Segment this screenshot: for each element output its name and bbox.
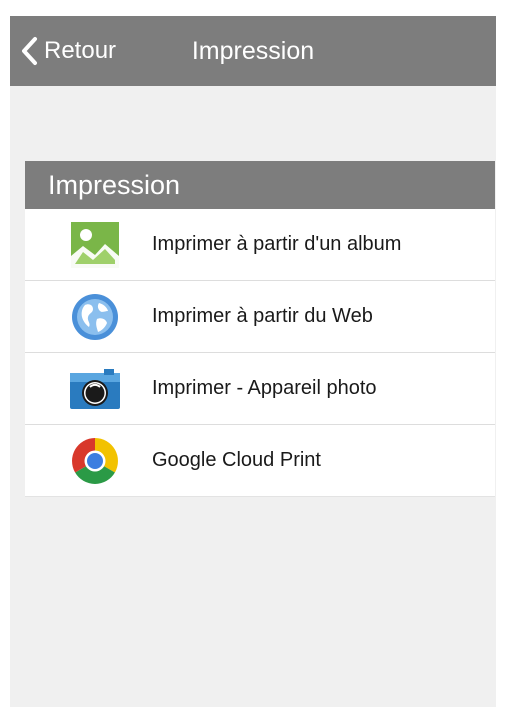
chevron-left-icon — [22, 37, 37, 65]
section-header: Impression — [25, 161, 495, 209]
google-cloud-print-label: Google Cloud Print — [152, 449, 321, 471]
globe-icon — [70, 292, 120, 342]
print-from-web-item[interactable]: Imprimer à partir du Web — [25, 281, 495, 353]
print-camera-item[interactable]: Imprimer - Appareil photo — [25, 353, 495, 425]
print-from-album-label: Imprimer à partir d'un album — [152, 233, 402, 255]
back-label: Retour — [44, 37, 117, 64]
chrome-icon — [70, 436, 120, 486]
navigation-bar: Retour Impression — [10, 16, 496, 86]
google-cloud-print-item[interactable]: Google Cloud Print — [25, 425, 495, 497]
print-from-album-item[interactable]: Imprimer à partir d'un album — [25, 209, 495, 281]
print-section: Impression Imprimer à partir d'un album — [25, 161, 495, 497]
print-camera-label: Imprimer - Appareil photo — [152, 377, 377, 399]
camera-icon — [70, 364, 120, 414]
photo-album-icon — [70, 220, 120, 270]
phone-screen: Retour Impression Impression Imprimer à … — [10, 16, 496, 707]
print-from-web-label: Imprimer à partir du Web — [152, 305, 373, 327]
back-button[interactable]: Retour — [20, 16, 116, 86]
